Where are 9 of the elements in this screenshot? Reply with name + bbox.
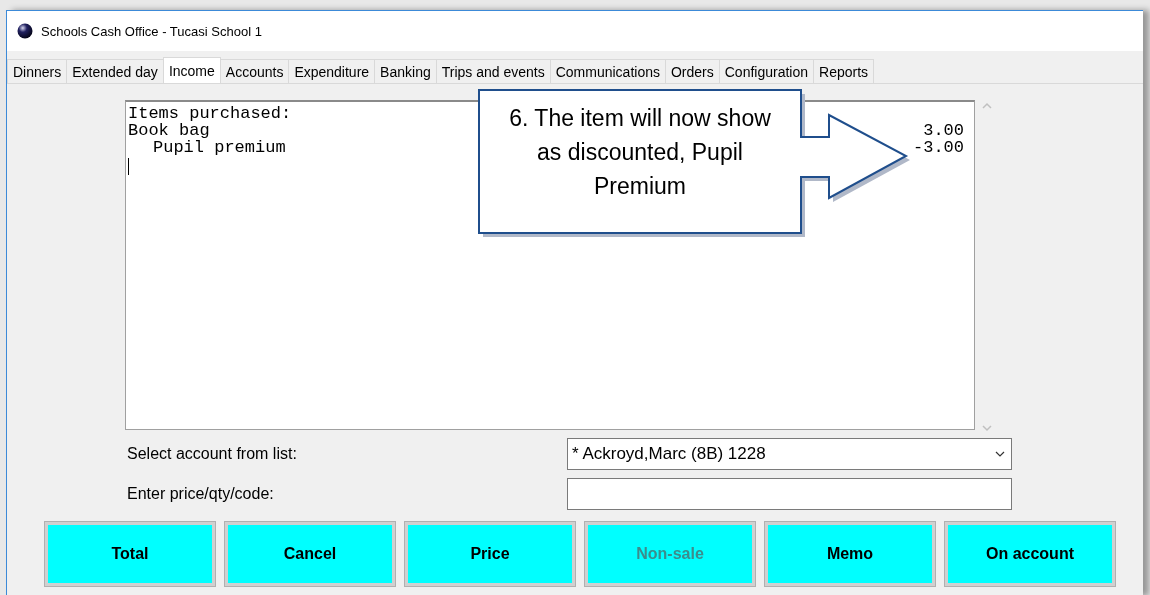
- receipt-amount: 3.00: [923, 122, 964, 139]
- field-label: Select account from list:: [127, 445, 298, 463]
- window-title: Schools Cash Office - Tucasi School 1: [41, 23, 262, 39]
- receipt-line: Book bag: [128, 122, 210, 139]
- receipt-line: Pupil premium: [152, 139, 286, 156]
- callout-text: 6. The item will now show as discounted, Pupil Premium: [508, 104, 772, 201]
- receipt-line: Items purchased:: [128, 105, 292, 122]
- field-label: Enter price/qty/code:: [127, 485, 275, 503]
- receipt-amount: -3.00: [913, 139, 964, 156]
